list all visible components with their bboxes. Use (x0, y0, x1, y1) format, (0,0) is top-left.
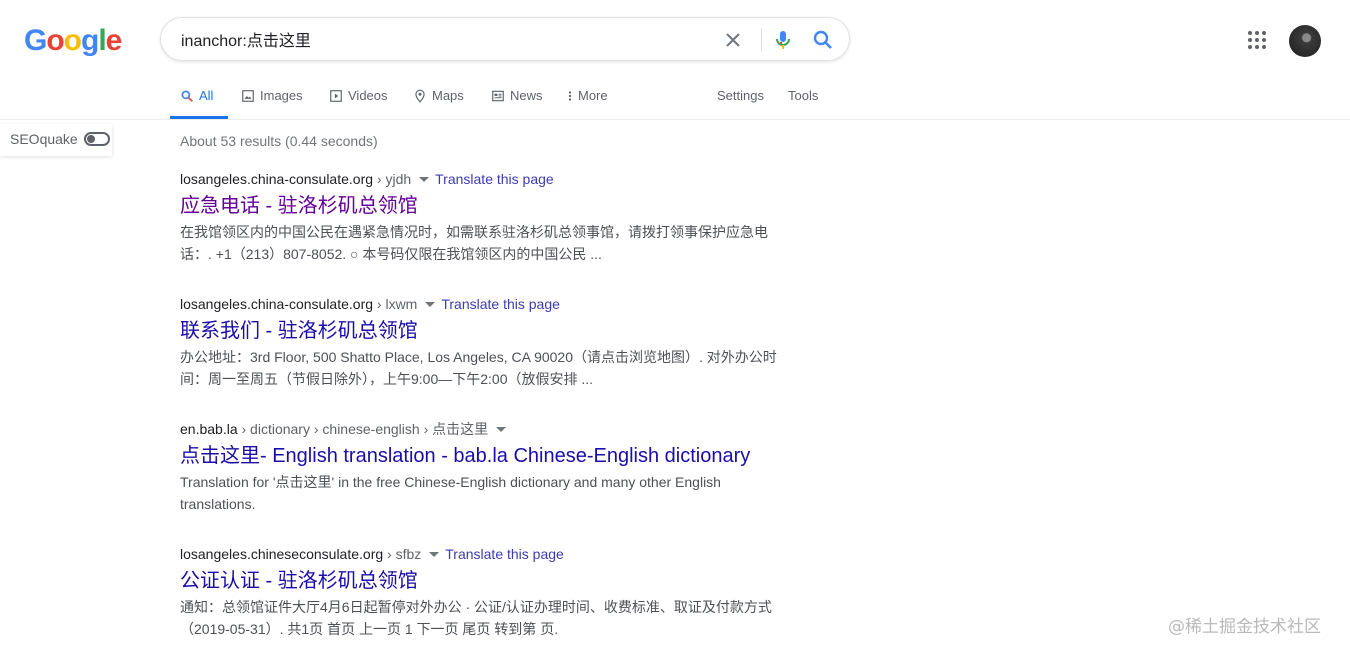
tab-tools[interactable]: Tools (788, 88, 818, 118)
tab-all[interactable]: All (180, 88, 213, 118)
search-icon (181, 90, 193, 102)
result-snippet: 在我馆领区内的中国公民在遇紧急情况时，如需联系驻洛杉矶总领事馆，请拨打领事保护应… (180, 224, 768, 262)
result-cite: en.bab.la › dictionary › chinese-english… (180, 419, 780, 439)
result-stats: About 53 results (0.44 seconds) (180, 133, 378, 149)
search-divider (761, 28, 762, 52)
caret-down-icon[interactable] (496, 426, 507, 432)
caret-down-icon[interactable] (429, 551, 440, 557)
result-breadcrumbs: › yjdh (373, 171, 412, 187)
search-result: losangeles.chineseconsulate.org › sfbz Tr… (180, 544, 780, 640)
search-icon (813, 30, 832, 49)
result-cite: losangeles.chineseconsulate.org › sfbz Tr… (180, 544, 780, 564)
tab-more[interactable]: More (567, 88, 608, 118)
pin-icon (415, 89, 425, 103)
logo-letter: o (46, 24, 64, 57)
search-result: losangeles.china-consulate.org › yjdh Tra… (180, 169, 780, 265)
result-domain[interactable]: losangeles.china-consulate.org (180, 171, 373, 187)
result-title-link[interactable]: 联系我们 - 驻洛杉矶总领馆 (180, 318, 780, 344)
caret-down-icon[interactable] (419, 176, 430, 182)
logo-letter: e (105, 24, 123, 57)
tab-label: News (510, 88, 543, 103)
tab-images[interactable]: Images (241, 88, 303, 118)
tab-label: Images (260, 88, 303, 103)
play-icon (330, 90, 342, 102)
translate-link[interactable]: Translate this page (441, 296, 560, 312)
more-vertical-icon (568, 91, 572, 101)
search-button[interactable] (811, 28, 835, 52)
apps-button[interactable] (1245, 28, 1269, 52)
tab-label: All (199, 88, 214, 103)
result-snippet: 办公地址：3rd Floor, 500 Shatto Place, Los An… (180, 349, 777, 387)
search-result: losangeles.china-consulate.org › lxwm Tra… (180, 294, 780, 390)
result-domain[interactable]: losangeles.china-consulate.org (180, 296, 373, 312)
tab-maps[interactable]: Maps (413, 88, 464, 118)
tab-label: Videos (348, 88, 388, 103)
result-breadcrumbs: › lxwm (373, 296, 418, 312)
tab-label: Maps (432, 88, 464, 103)
microphone-icon (776, 31, 790, 49)
header: Google All Images (0, 0, 1350, 120)
watermark: @稀土掘金技术社区 (1168, 617, 1321, 637)
avatar[interactable] (1289, 25, 1321, 57)
result-cite: losangeles.china-consulate.org › lxwm Tra… (180, 294, 780, 314)
result-cite: losangeles.china-consulate.org › yjdh Tra… (180, 169, 780, 189)
logo-letter: l (98, 24, 106, 57)
google-logo[interactable]: Google (24, 24, 123, 58)
translate-link[interactable]: Translate this page (445, 546, 564, 562)
result-title-link[interactable]: 点击这里- English translation - bab.la Chine… (180, 443, 780, 469)
tab-label: Settings (717, 88, 764, 103)
clear-search-button[interactable] (721, 28, 745, 52)
active-tab-indicator (170, 116, 228, 119)
news-icon (492, 90, 504, 102)
seoquake-toggle[interactable] (84, 132, 110, 146)
tab-news[interactable]: News (491, 88, 543, 118)
voice-search-button[interactable] (771, 28, 795, 52)
caret-down-icon[interactable] (425, 301, 436, 307)
result-breadcrumbs: › sfbz (383, 546, 422, 562)
seoquake-label: SEOquake (10, 131, 78, 147)
search-box (160, 17, 850, 61)
tab-settings[interactable]: Settings (717, 88, 764, 118)
result-breadcrumbs: › dictionary › chinese-english › 点击这里 (237, 421, 489, 437)
result-title-link[interactable]: 公证认证 - 驻洛杉矶总领馆 (180, 568, 780, 594)
close-icon (726, 33, 740, 47)
translate-link[interactable]: Translate this page (435, 171, 554, 187)
search-input[interactable] (181, 28, 701, 50)
result-domain[interactable]: en.bab.la (180, 421, 238, 437)
tab-label: Tools (788, 88, 819, 103)
result-snippet: Translation for '点击这里' in the free Chine… (180, 474, 721, 512)
tab-label: More (578, 88, 608, 103)
result-snippet: 通知：总领馆证件大厅4月6日起暂停对外办公 · 公证/认证办理时间、收费标准、取… (180, 599, 772, 637)
logo-letter: g (81, 24, 99, 57)
image-icon (242, 90, 254, 102)
seoquake-panel: SEOquake (0, 124, 112, 156)
result-domain[interactable]: losangeles.chineseconsulate.org (180, 546, 383, 562)
logo-letter: G (24, 24, 47, 57)
search-result: en.bab.la › dictionary › chinese-english… (180, 419, 780, 515)
logo-letter: o (63, 24, 82, 57)
grid-icon (1248, 31, 1266, 49)
tab-videos[interactable]: Videos (329, 88, 388, 118)
result-title-link[interactable]: 应急电话 - 驻洛杉矶总领馆 (180, 193, 780, 219)
